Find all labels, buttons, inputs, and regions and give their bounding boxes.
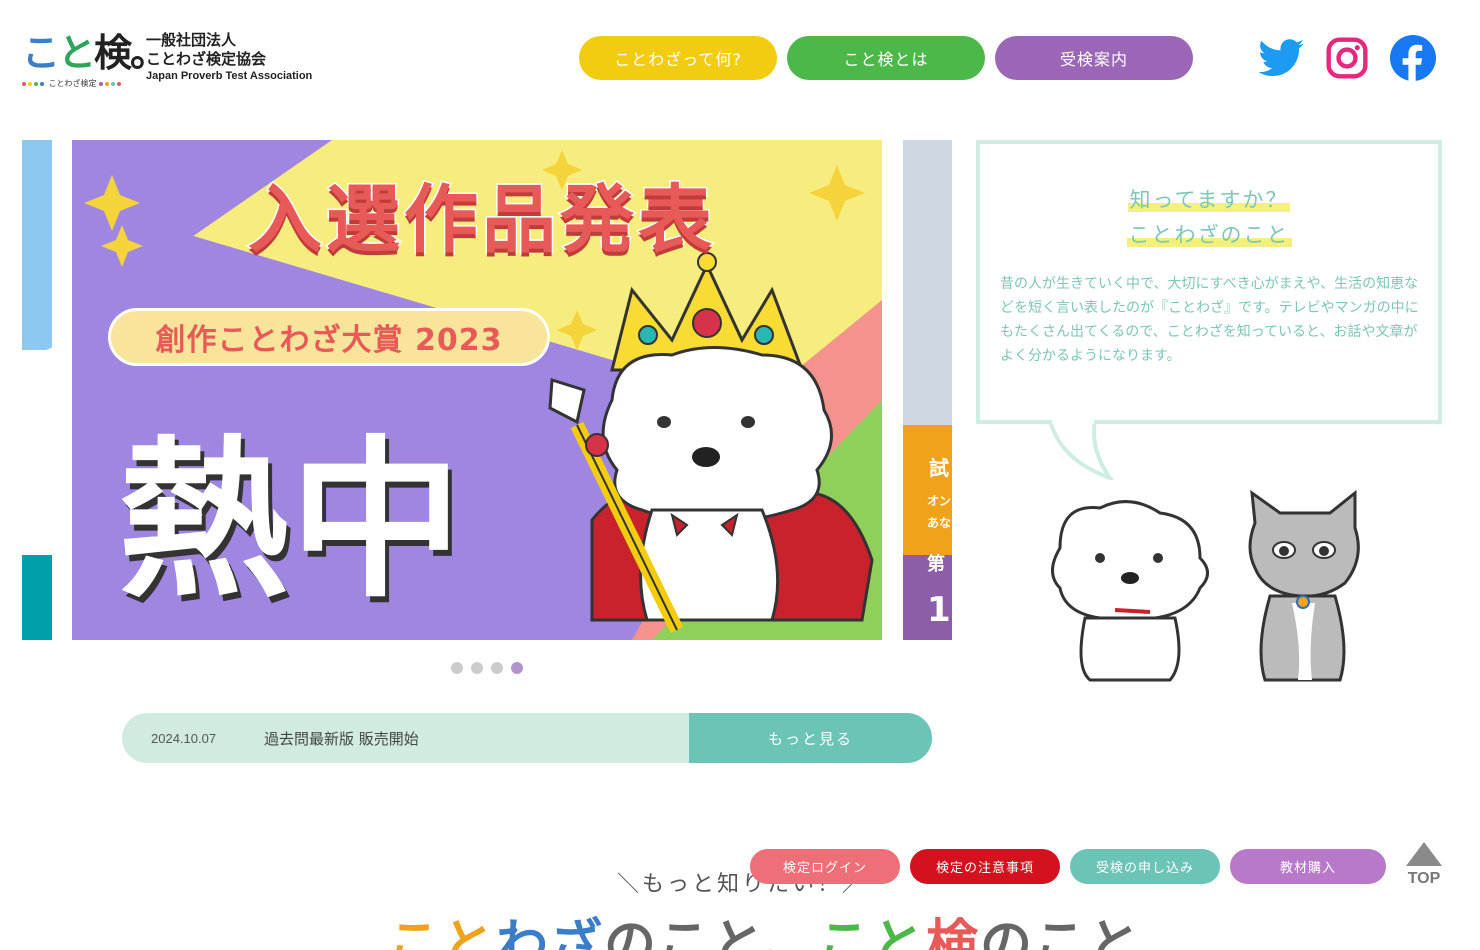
logo-dots: ことわざ検定 [22,78,123,89]
section-title-part: のこと [979,915,1142,950]
info-title-line2: ことわざのこと [980,219,1438,249]
news-headline[interactable]: 過去問最新版 販売開始 [264,713,689,763]
section-title-part: 検 [925,915,980,950]
slider-dot[interactable] [471,662,483,674]
info-title-line1-text: 知ってますか？ [1127,188,1291,212]
news-date: 2024.10.07 [151,730,217,746]
slide-current[interactable]: 入選作品発表 創作ことわざ大賞 2023 熱中 [72,140,882,640]
logo-char-1: こ [22,31,60,75]
nav-exam-guide[interactable]: 受検案内 [995,36,1193,80]
section-title-part: こと [817,915,926,950]
instagram-icon[interactable] [1323,34,1371,82]
nav-what-is-proverb[interactable]: ことわざって何? [579,36,777,80]
news-bar: 2024.10.07 過去問最新版 販売開始 もっと見る [122,713,932,763]
next-slide-text-3: 第 [927,554,945,575]
proverb-info-box: 知ってますか？ ことわざのこと 昔の人が生きていく中で、大切にすべき心がまえや、… [976,140,1442,424]
slide-big-text: 熱中 [118,418,462,621]
slider-dot-active[interactable] [511,662,523,674]
site-logo[interactable]: こと検。 ことわざ検定 一般社団法人 ことわざ検定協会 Japan Prover… [22,30,322,90]
info-title-line1: 知ってますか？ [980,184,1438,214]
twitter-icon[interactable] [1257,34,1305,82]
slide-next-preview[interactable]: 試 オン あな 第 1 [903,140,952,640]
logo-dots-text: ことわざ検定 [48,79,97,88]
next-slide-text-2: オン あな [927,490,951,534]
next-slide-text-2b: あな [927,516,952,530]
logo-text: 一般社団法人 ことわざ検定協会 Japan Proverb Test Assoc… [146,32,312,82]
info-body: 昔の人が生きていく中で、大切にすべき心がまえや、生活の知恵などを短く言い表したの… [1000,276,1419,364]
slider-dot[interactable] [451,662,463,674]
next-slide-text-4: 1 [927,590,951,630]
next-slide-text-1: 試 [929,456,949,480]
slider-dots [451,662,523,674]
slide-award-pill: 創作ことわざ大賞 2023 [108,308,550,366]
top-label: TOP [1407,870,1441,887]
exam-login-button[interactable]: 検定ログイン [750,849,900,884]
section-title: ことわざのこと、こと検のこと [388,902,1142,950]
mascot-characters [1051,489,1360,682]
news-more-button[interactable]: もっと見る [689,713,932,763]
logo-org-english: Japan Proverb Test Association [146,70,313,82]
next-slide-text-2a: オン [927,494,952,508]
exam-notes-button[interactable]: 検定の注意事項 [910,849,1060,884]
facebook-icon[interactable] [1389,34,1437,82]
logo-org-name: ことわざ検定協会 [146,49,267,68]
slide-prev-preview[interactable] [22,140,52,640]
back-to-top-button[interactable]: TOP [1404,842,1444,892]
nav-about-kotoken[interactable]: こと検とは [787,36,985,80]
speech-bubble-tail [1048,420,1114,480]
logo-char-2: と [58,31,96,75]
materials-purchase-button[interactable]: 教材購入 [1230,849,1386,884]
section-title-part: のこと、 [604,915,818,950]
info-title-line2-text: ことわざのこと [1126,223,1292,247]
slider-dot[interactable] [491,662,503,674]
slide-title: 入選作品発表 [247,176,716,265]
logo-mark: こと検。 [22,30,168,76]
section-title-part: こと [388,915,497,950]
exam-apply-button[interactable]: 受検の申し込み [1070,849,1220,884]
arrow-up-icon [1406,842,1442,866]
logo-org-type: 一般社団法人 [146,31,237,49]
section-title-part: わざ [496,915,605,950]
